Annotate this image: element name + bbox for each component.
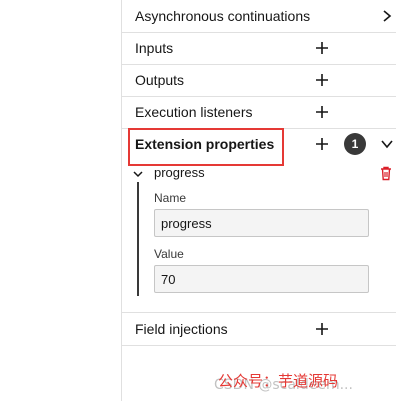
name-field-label: Name xyxy=(154,191,187,205)
group-label: Inputs xyxy=(135,40,174,56)
watermark-text: 公众号：芋道源码 xyxy=(218,372,339,390)
value-field-label: Value xyxy=(154,247,184,261)
name-input[interactable] xyxy=(154,209,369,237)
group-execution-listeners[interactable]: Execution listeners xyxy=(122,96,396,129)
entry-label[interactable]: progress xyxy=(154,163,205,183)
count-badge: 1 xyxy=(344,133,366,155)
chevron-right-icon[interactable] xyxy=(380,9,394,23)
chevron-down-icon[interactable] xyxy=(380,137,394,151)
plus-icon[interactable] xyxy=(315,322,329,336)
group-label: Asynchronous continuations xyxy=(135,8,311,24)
plus-icon[interactable] xyxy=(315,73,329,87)
value-input[interactable] xyxy=(154,265,369,293)
entry-indent-bar xyxy=(137,182,139,296)
delete-icon[interactable] xyxy=(379,166,393,181)
plus-icon[interactable] xyxy=(315,105,329,119)
group-outputs[interactable]: Outputs xyxy=(122,64,396,97)
plus-icon[interactable] xyxy=(315,41,329,55)
group-inputs[interactable]: Inputs xyxy=(122,32,396,65)
group-label: Outputs xyxy=(135,72,185,88)
group-label: Execution listeners xyxy=(135,104,253,120)
group-field-injections[interactable]: Field injections xyxy=(122,312,396,346)
group-asynchronous-continuations[interactable]: Asynchronous continuations xyxy=(122,0,396,33)
group-label: Field injections xyxy=(135,321,228,337)
highlight-annotation xyxy=(128,128,284,166)
plus-icon[interactable] xyxy=(315,137,329,151)
collapse-chevron-icon[interactable] xyxy=(132,168,144,180)
properties-panel-viewport: Asynchronous continuations Inputs Output… xyxy=(0,0,396,401)
